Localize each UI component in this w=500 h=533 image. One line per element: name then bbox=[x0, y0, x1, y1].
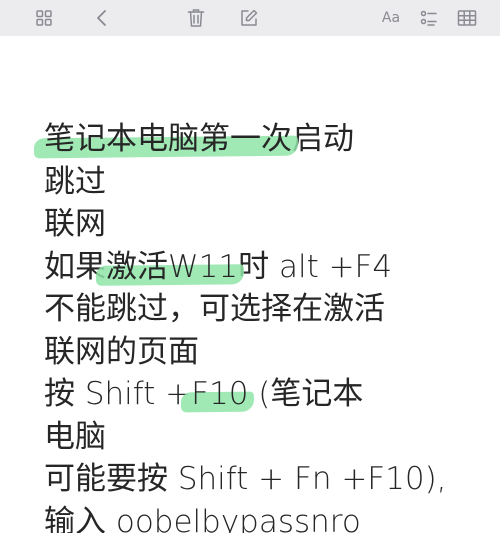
checklist-icon[interactable] bbox=[417, 6, 441, 30]
edit-icon[interactable] bbox=[237, 6, 261, 30]
grid-icon[interactable] bbox=[32, 6, 56, 30]
note-body[interactable]: 笔记本电脑第一次启动 跳过 联网 如果 激活W11时 alt +F4 不能跳过，可… bbox=[33, 118, 484, 533]
note-text: 按 Shift + bbox=[44, 376, 192, 412]
note-line: 联网的页面 bbox=[44, 331, 484, 374]
note-text: 联网 bbox=[44, 206, 106, 242]
back-chevron-icon[interactable] bbox=[90, 6, 114, 30]
highlighted-text: 笔记本电脑第一次 bbox=[33, 121, 299, 159]
note-text: 联网的页面 bbox=[44, 333, 199, 370]
note-text: 电脑 bbox=[44, 418, 106, 455]
note-text: 启动 bbox=[292, 121, 354, 157]
note-line: 笔记本电脑第一次启动 bbox=[33, 118, 484, 161]
note-toolbar: Aa bbox=[0, 0, 500, 36]
note-text: 输入 oobelbypassnro bbox=[44, 503, 361, 533]
note-line: 可能要按 Shift + Fn +F10), bbox=[44, 458, 484, 501]
note-line: 不能跳过，可选择在激活 bbox=[44, 288, 484, 331]
highlighted-text: F10 bbox=[181, 376, 255, 413]
text-format-label: Aa bbox=[381, 10, 401, 26]
text-format-icon[interactable]: Aa bbox=[378, 6, 404, 30]
note-text: 不能跳过，可选择在激活 bbox=[44, 291, 385, 327]
note-line: 电脑 bbox=[44, 416, 484, 459]
note-text: (笔记本 bbox=[248, 376, 364, 412]
table-icon[interactable] bbox=[455, 6, 479, 30]
note-text: 可能要按 Shift + Fn +F10), bbox=[44, 461, 447, 497]
note-text: 跳过 bbox=[44, 163, 106, 200]
note-line: 按 Shift + F10 (笔记本 bbox=[44, 373, 484, 416]
note-line: 如果 激活W11时 alt +F4 bbox=[44, 246, 484, 289]
note-line: 输入 oobelbypassnro bbox=[44, 501, 484, 533]
note-line: 跳过 bbox=[44, 161, 484, 204]
note-text: 时 alt +F4 bbox=[238, 248, 393, 285]
highlighted-text: 激活W11 bbox=[95, 249, 245, 286]
trash-icon[interactable] bbox=[184, 6, 208, 30]
note-line: 联网 bbox=[44, 203, 484, 246]
